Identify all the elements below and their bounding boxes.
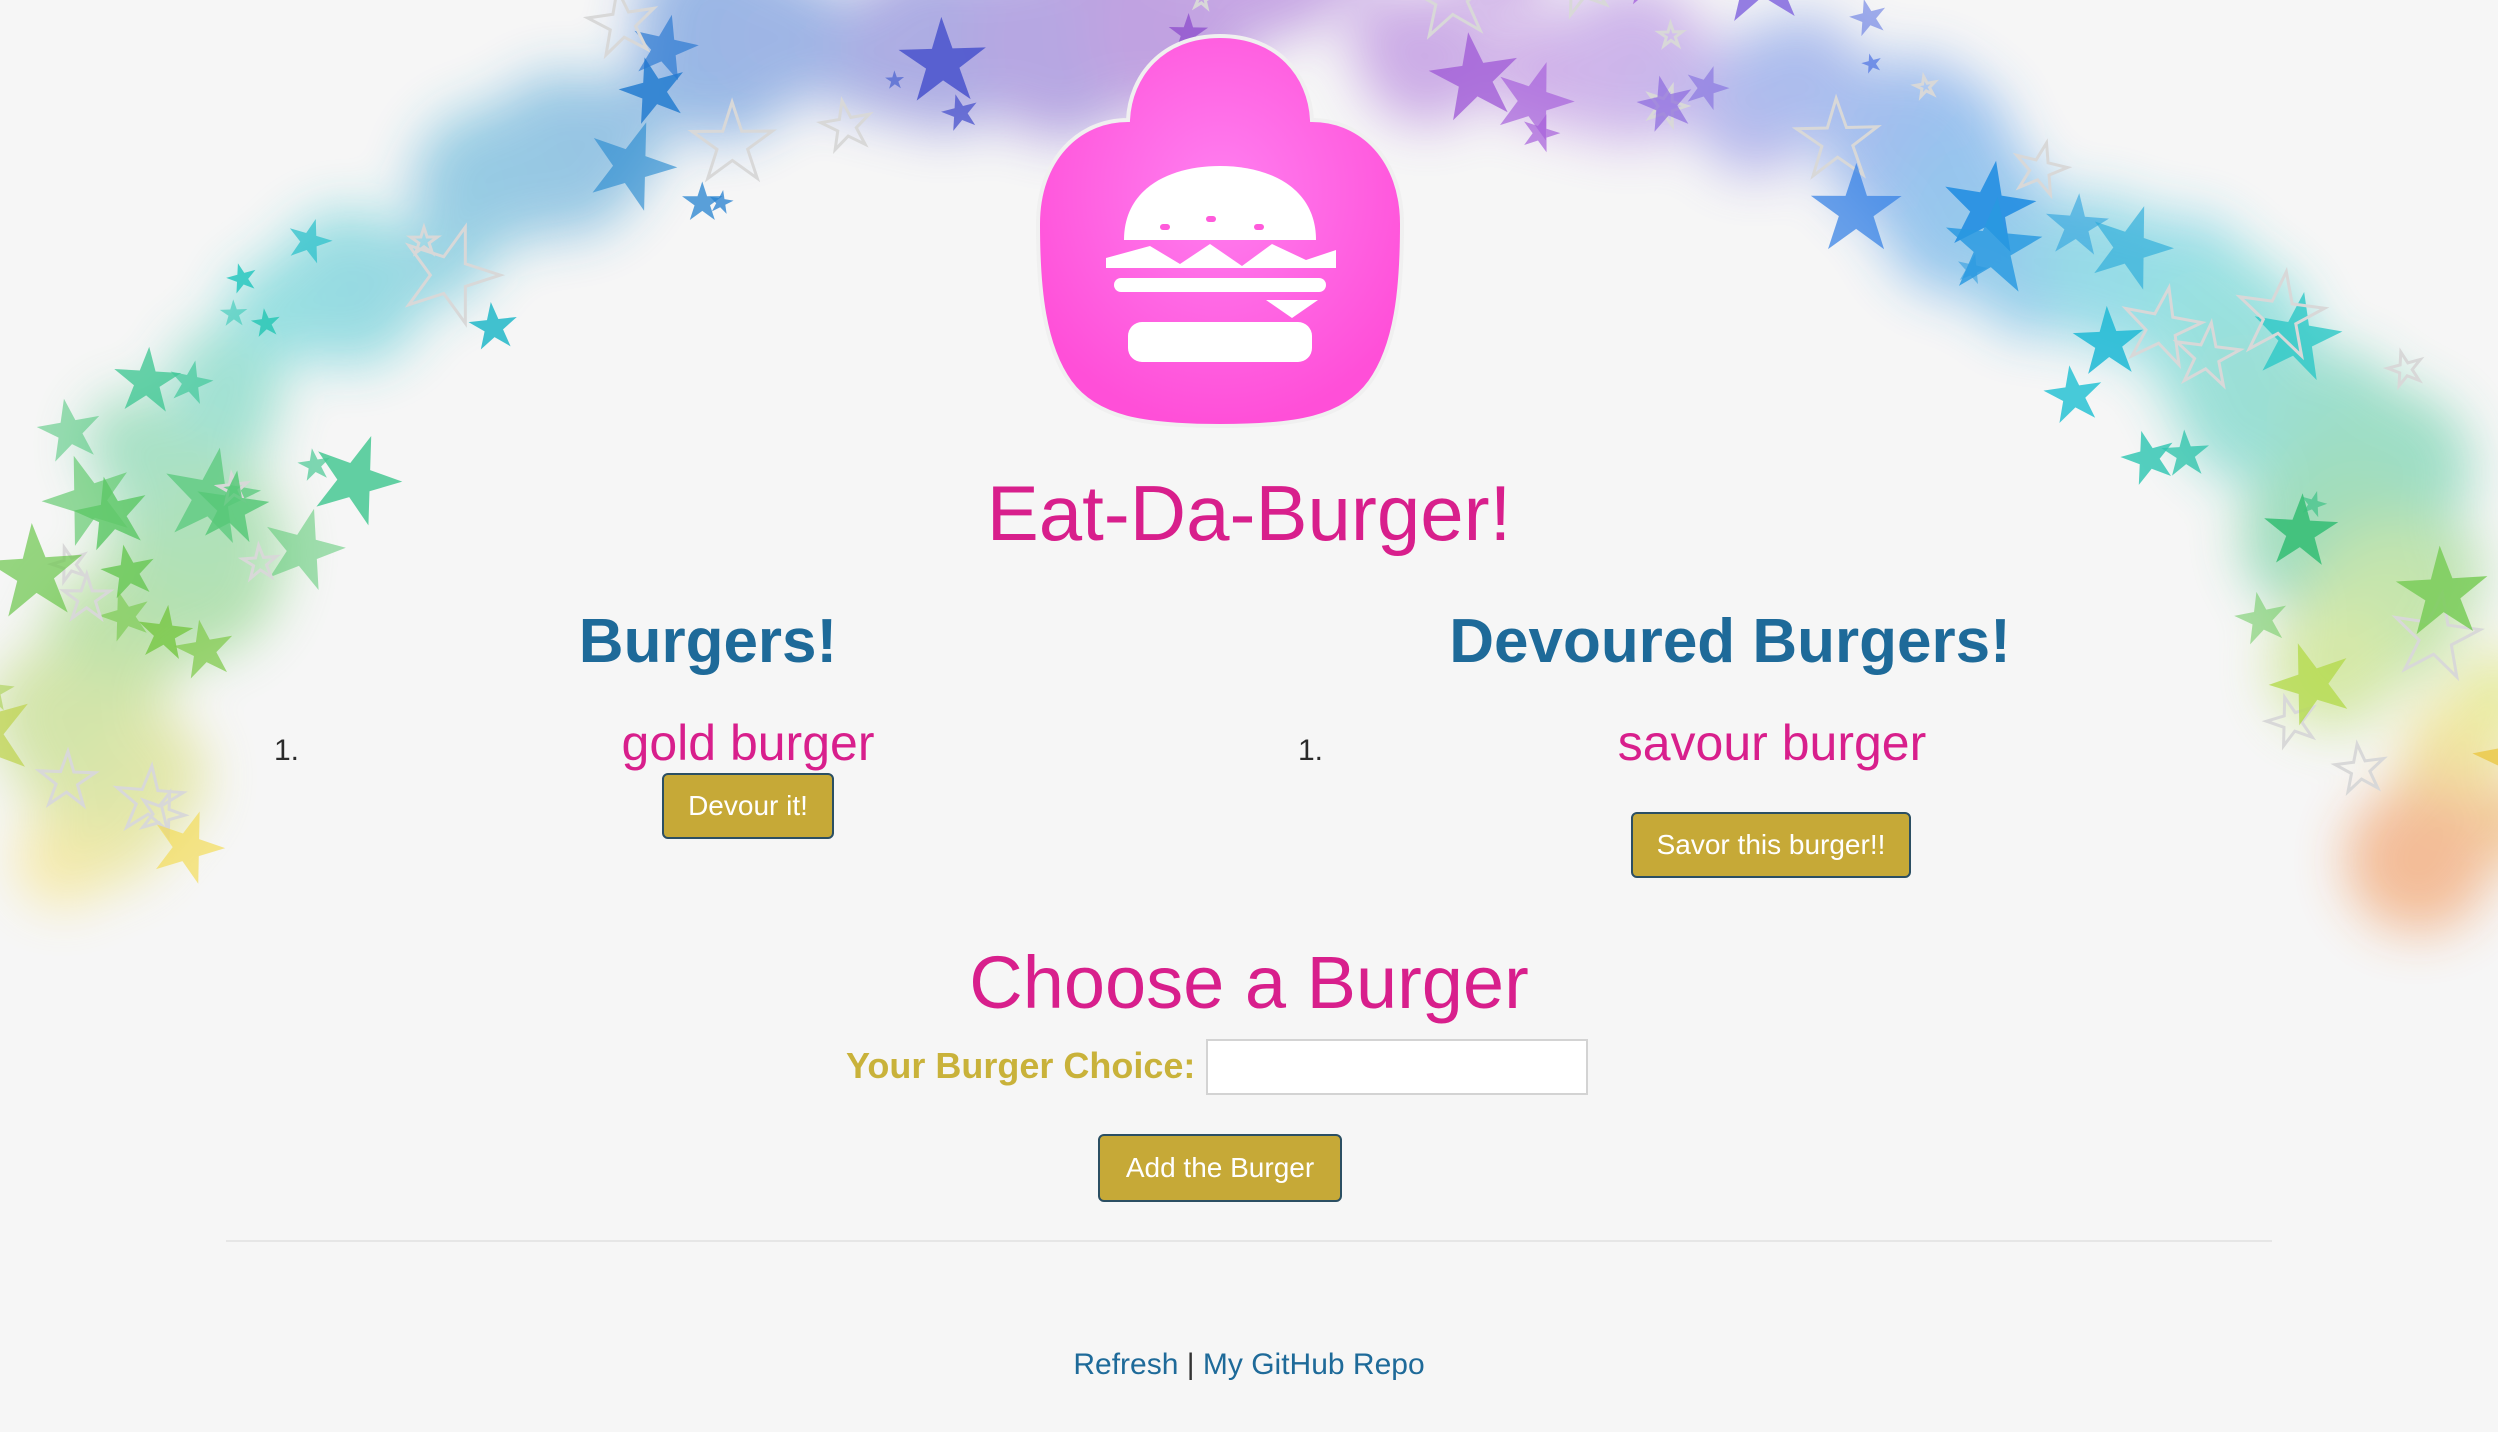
logo: [1010, 28, 1430, 438]
github-repo-link[interactable]: My GitHub Repo: [1203, 1348, 1425, 1381]
footer: Refresh | My GitHub Repo: [0, 1348, 2498, 1382]
devoured-burgers-heading: Devoured Burgers!: [1449, 607, 2011, 676]
burger-choice-label: Your Burger Choice:: [846, 1045, 1196, 1086]
add-burger-button[interactable]: Add the Burger: [1098, 1134, 1342, 1202]
burger-choice-input[interactable]: [1206, 1039, 1588, 1095]
devour-button[interactable]: Devour it!: [662, 773, 834, 839]
page-title: Eat-Da-Burger!: [986, 469, 1512, 557]
divider: [226, 1240, 2272, 1242]
devoured-burger-name: savour burger: [1617, 715, 1927, 771]
devoured-list-number: 1.: [1298, 734, 1324, 767]
footer-separator: |: [1186, 1348, 1195, 1381]
burger-name: gold burger: [621, 715, 875, 771]
burgers-heading: Burgers!: [578, 607, 838, 676]
refresh-link[interactable]: Refresh: [1073, 1348, 1178, 1381]
form-title: Choose a Burger: [969, 941, 1529, 1024]
burger-icon: [1035, 33, 1405, 429]
burger-list-number: 1.: [274, 734, 300, 767]
savor-button[interactable]: Savor this burger!!: [1631, 812, 1911, 878]
page: Eat-Da-Burger! Burgers! 1. gold burger D…: [0, 0, 2498, 1432]
